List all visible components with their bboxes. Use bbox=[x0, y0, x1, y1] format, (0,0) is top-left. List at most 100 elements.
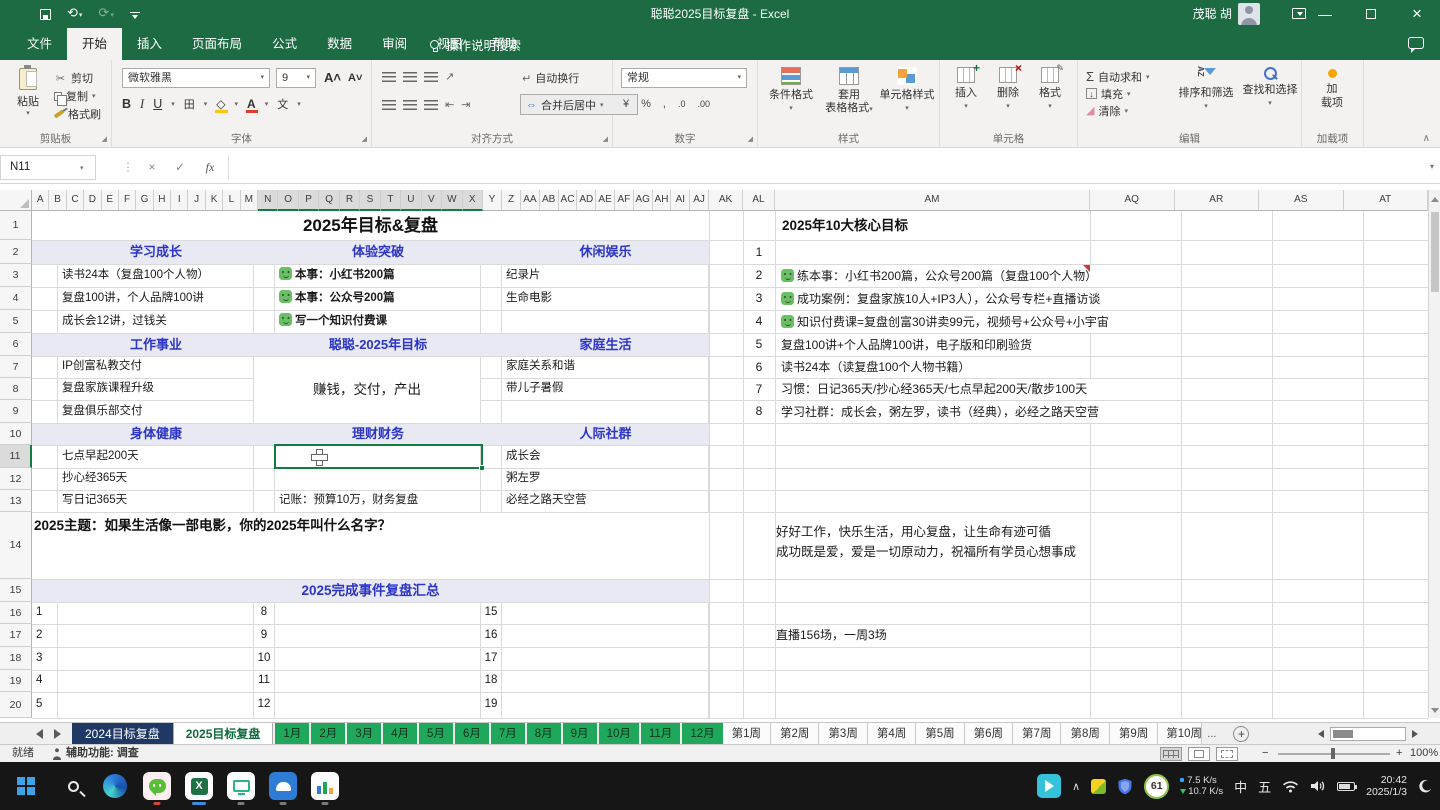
cell[interactable] bbox=[32, 356, 58, 378]
cell[interactable] bbox=[481, 378, 502, 400]
goal-number[interactable]: 6 bbox=[743, 356, 775, 378]
cell[interactable] bbox=[502, 310, 709, 333]
align-center-icon[interactable] bbox=[403, 100, 417, 110]
goal-number[interactable]: 7 bbox=[743, 378, 775, 400]
sheet-tab-7月[interactable]: 7月 bbox=[491, 723, 525, 745]
ribbon-tab-2[interactable]: 插入 bbox=[122, 28, 177, 60]
cell[interactable] bbox=[502, 624, 709, 647]
sheet-tab-5月[interactable]: 5月 bbox=[419, 723, 453, 745]
section-header[interactable]: 人际社群 bbox=[502, 423, 709, 445]
italic-button[interactable]: I bbox=[140, 97, 144, 112]
vertical-scrollbar[interactable] bbox=[1428, 190, 1440, 718]
font-color-button[interactable]: A bbox=[247, 97, 256, 111]
goal-number[interactable]: 5 bbox=[743, 333, 775, 356]
ribbon-tab-0[interactable]: 文件 bbox=[12, 28, 67, 60]
minimize-button[interactable]: — bbox=[1302, 0, 1348, 28]
column-header-P[interactable]: P bbox=[299, 190, 319, 211]
selected-cell[interactable] bbox=[274, 444, 483, 469]
taskbar-wechat-button[interactable] bbox=[138, 766, 176, 806]
cell[interactable]: 家庭关系和谐 bbox=[502, 356, 709, 378]
column-header-AC[interactable]: AC bbox=[559, 190, 578, 211]
cell[interactable]: 本事：公众号200篇 bbox=[275, 287, 481, 310]
merged-goal-cell[interactable]: 赚钱，交付，产出 bbox=[254, 356, 481, 423]
horizontal-scroll-thumb[interactable] bbox=[1333, 730, 1353, 738]
sheet-tab-第1周[interactable]: 第1周 bbox=[723, 723, 771, 745]
section-header[interactable]: 学习成长 bbox=[58, 240, 254, 264]
sheet-tab-第5周[interactable]: 第5周 bbox=[916, 723, 964, 745]
cell[interactable] bbox=[502, 692, 709, 718]
ribbon-tab-3[interactable]: 页面布局 bbox=[177, 28, 257, 60]
cell[interactable] bbox=[254, 468, 275, 490]
sheet-tab-9月[interactable]: 9月 bbox=[563, 723, 597, 745]
cell[interactable] bbox=[32, 445, 58, 468]
comma-button[interactable]: , bbox=[663, 98, 666, 110]
align-right-icon[interactable] bbox=[424, 100, 438, 110]
close-button[interactable]: × bbox=[1394, 0, 1440, 28]
sheet-tab-第7周[interactable]: 第7周 bbox=[1013, 723, 1061, 745]
bold-button[interactable]: B bbox=[122, 97, 131, 111]
row-header-5[interactable]: 5 bbox=[0, 310, 32, 333]
row-header-10[interactable]: 10 bbox=[0, 423, 32, 445]
enter-icon[interactable]: ✓ bbox=[168, 155, 192, 180]
column-header-AR[interactable]: AR bbox=[1175, 190, 1260, 211]
row-header-14[interactable]: 14 bbox=[0, 512, 32, 579]
cell[interactable] bbox=[32, 287, 58, 310]
tray-expand-icon[interactable]: ∧ bbox=[1072, 780, 1080, 793]
row-header-3[interactable]: 3 bbox=[0, 264, 32, 287]
row-header-4[interactable]: 4 bbox=[0, 287, 32, 310]
ribbon-tab-5[interactable]: 数据 bbox=[312, 28, 367, 60]
column-header-AS[interactable]: AS bbox=[1259, 190, 1344, 211]
column-header-U[interactable]: U bbox=[401, 190, 421, 211]
sheet-tab-第6周[interactable]: 第6周 bbox=[965, 723, 1013, 745]
insert-cells-button[interactable]: 插入▾ bbox=[946, 66, 986, 113]
right-panel-title[interactable]: 2025年10大核心目标 bbox=[776, 211, 908, 240]
sheet-tab-12月[interactable]: 12月 bbox=[682, 723, 722, 745]
theme-question[interactable]: 2025主题：如果生活像一部电影，你的2025年叫什么名字？ bbox=[34, 515, 391, 537]
cell[interactable] bbox=[32, 310, 58, 333]
tray-clock[interactable]: 20:42 2025/1/3 bbox=[1366, 774, 1407, 798]
cell[interactable]: 写一个知识付费课 bbox=[275, 310, 481, 333]
dialog-launcher-icon[interactable]: ◢ bbox=[362, 135, 367, 143]
increase-decimal-button[interactable]: .0 bbox=[678, 99, 686, 109]
cell[interactable] bbox=[275, 692, 481, 718]
zoom-out-button[interactable]: − bbox=[1262, 745, 1268, 762]
addins-button[interactable]: 加 载项 bbox=[1312, 67, 1352, 110]
taskbar-cloud-app-button[interactable] bbox=[264, 766, 302, 806]
column-header-D[interactable]: D bbox=[84, 190, 101, 211]
dialog-launcher-icon[interactable]: ◢ bbox=[748, 135, 753, 143]
column-header-AL[interactable]: AL bbox=[743, 190, 775, 211]
cell[interactable] bbox=[481, 310, 502, 333]
moon-icon[interactable] bbox=[1418, 779, 1432, 793]
orientation-icon[interactable]: ↗ bbox=[445, 70, 454, 83]
cell[interactable]: 成长会12讲，过钱关 bbox=[58, 310, 254, 333]
hscroll-right-icon[interactable] bbox=[1412, 730, 1418, 738]
cell[interactable]: 粥左罗 bbox=[502, 468, 709, 490]
column-header-AK[interactable]: AK bbox=[709, 190, 743, 211]
summary-number[interactable]: 17 bbox=[481, 647, 502, 670]
summary-number[interactable]: 11 bbox=[254, 670, 275, 692]
decrease-decimal-button[interactable]: .00 bbox=[697, 99, 710, 109]
number-format-select[interactable]: 常规▾ bbox=[621, 68, 747, 88]
sheet-tab-6月[interactable]: 6月 bbox=[455, 723, 489, 745]
security-score-badge[interactable]: 61 bbox=[1144, 774, 1169, 799]
account-name[interactable]: 茂聪 胡 bbox=[1193, 0, 1232, 28]
summary-number[interactable]: 15 bbox=[481, 602, 502, 624]
column-header-AM[interactable]: AM bbox=[775, 190, 1090, 211]
row-header-17[interactable]: 17 bbox=[0, 624, 32, 647]
column-header-V[interactable]: V bbox=[422, 190, 442, 211]
taskbar-edge-button[interactable] bbox=[96, 766, 134, 806]
row-header-2[interactable]: 2 bbox=[0, 240, 32, 264]
page-layout-view-button[interactable] bbox=[1188, 747, 1210, 761]
cell[interactable] bbox=[481, 287, 502, 310]
taskbar-search-button[interactable] bbox=[54, 766, 92, 806]
paste-button[interactable]: 粘贴 ▾ bbox=[8, 66, 48, 130]
format-painter-button[interactable]: 格式刷 bbox=[54, 105, 101, 123]
wrap-text-button[interactable]: ↵自动换行 bbox=[522, 70, 579, 86]
cell[interactable]: 复盘100讲，个人品牌100讲 bbox=[58, 287, 254, 310]
accessibility-status[interactable]: 辅助功能: 调查 bbox=[52, 745, 139, 762]
row-header-1[interactable]: 1 bbox=[0, 211, 32, 240]
column-header-W[interactable]: W bbox=[442, 190, 462, 211]
collapse-ribbon-icon[interactable]: ∧ bbox=[1423, 133, 1430, 144]
cell[interactable] bbox=[58, 624, 254, 647]
cell[interactable] bbox=[58, 692, 254, 718]
